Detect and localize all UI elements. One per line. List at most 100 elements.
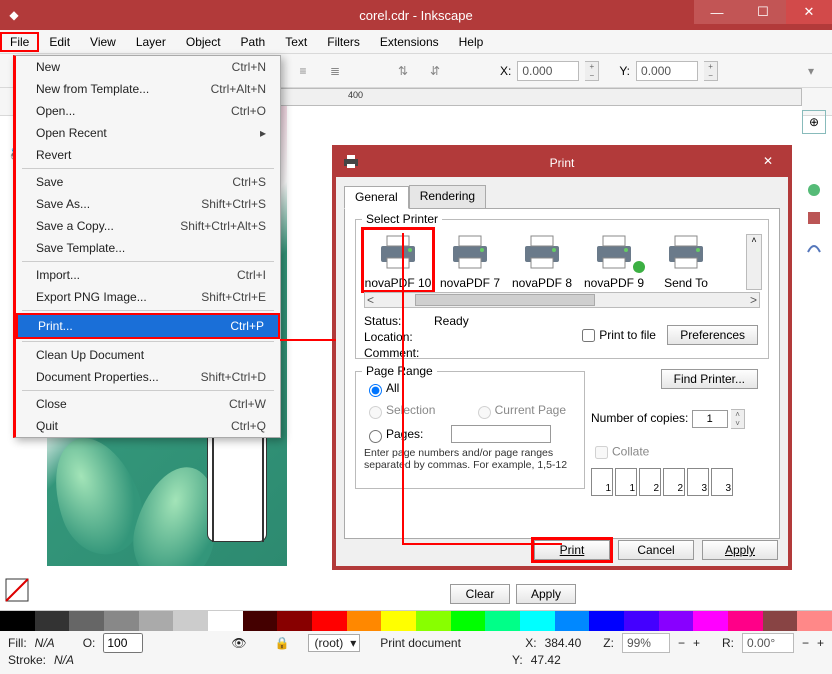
align-icon-2[interactable]: ≣ [322, 58, 348, 84]
collate-checkbox[interactable] [595, 446, 608, 459]
rotation-field[interactable]: 0.00° [742, 633, 794, 653]
swatch[interactable] [451, 611, 486, 631]
menu-extensions[interactable]: Extensions [370, 32, 449, 52]
swatch[interactable] [139, 611, 174, 631]
page-selection-radio[interactable] [369, 406, 382, 419]
x-spinner[interactable]: +− [585, 61, 599, 81]
printer-send-to[interactable]: Send To [652, 230, 720, 290]
menu-item-save[interactable]: SaveCtrl+S [16, 171, 280, 193]
pages-input[interactable] [451, 425, 551, 443]
lock-icon[interactable]: 🔒 [275, 636, 290, 650]
menu-text[interactable]: Text [275, 32, 317, 52]
menu-item-import-[interactable]: Import...Ctrl+I [16, 264, 280, 286]
rot-minus-button[interactable]: − [802, 636, 809, 650]
swatch[interactable] [485, 611, 520, 631]
zoom-out-button[interactable]: − [678, 636, 685, 650]
printer-novapdf-8[interactable]: novaPDF 8 [508, 230, 576, 290]
close-button[interactable]: ✕ [786, 0, 832, 24]
swatch[interactable] [104, 611, 139, 631]
menu-layer[interactable]: Layer [126, 32, 176, 52]
dialog-close-button[interactable]: ✕ [748, 149, 788, 173]
swatch[interactable] [173, 611, 208, 631]
find-printer-button[interactable]: Find Printer... [661, 369, 758, 389]
printer-novapdf-7[interactable]: novaPDF 7 [436, 230, 504, 290]
menu-item-new[interactable]: NewCtrl+N [16, 56, 280, 78]
menu-item-save-template-[interactable]: Save Template... [16, 237, 280, 259]
toolbar-menu-arrow-icon[interactable]: ▾ [798, 58, 824, 84]
swatch[interactable] [277, 611, 312, 631]
menu-item-print-[interactable]: Print...Ctrl+P [16, 313, 280, 339]
menu-item-revert[interactable]: Revert [16, 144, 280, 166]
page-current-radio[interactable] [478, 406, 491, 419]
zoom-field[interactable]: 99% [622, 633, 670, 653]
distribute-icon[interactable]: ⇅ [390, 58, 416, 84]
menu-item-close[interactable]: CloseCtrl+W [16, 393, 280, 415]
cancel-button[interactable]: Cancel [618, 540, 694, 560]
swatch[interactable] [693, 611, 728, 631]
swatch[interactable] [208, 611, 243, 631]
swatch[interactable] [728, 611, 763, 631]
visibility-icon[interactable]: 👁 [231, 636, 246, 650]
menu-help[interactable]: Help [449, 32, 494, 52]
page-pages-radio[interactable] [369, 430, 382, 443]
menu-item-save-as-[interactable]: Save As...Shift+Ctrl+S [16, 193, 280, 215]
dock-tool-3-icon[interactable] [802, 234, 826, 258]
swatch[interactable] [381, 611, 416, 631]
zoom-in-button[interactable]: + [693, 636, 700, 650]
swatch[interactable] [243, 611, 278, 631]
menu-item-quit[interactable]: QuitCtrl+Q [16, 415, 280, 437]
swatch[interactable] [763, 611, 798, 631]
menu-object[interactable]: Object [176, 32, 231, 52]
menu-view[interactable]: View [80, 32, 126, 52]
preferences-button[interactable]: Preferences [667, 325, 758, 345]
printer-novapdf-9[interactable]: novaPDF 9 [580, 230, 648, 290]
menu-edit[interactable]: Edit [39, 32, 80, 52]
align-icon[interactable]: ≡ [290, 58, 316, 84]
menu-item-clean-up-document[interactable]: Clean Up Document [16, 344, 280, 366]
swatch[interactable] [520, 611, 555, 631]
menu-item-new-from-template-[interactable]: New from Template...Ctrl+Alt+N [16, 78, 280, 100]
printer-hscroll[interactable]: ˂˃ [364, 292, 760, 308]
menu-item-open-[interactable]: Open...Ctrl+O [16, 100, 280, 122]
color-none-icon[interactable] [4, 577, 30, 606]
menu-filters[interactable]: Filters [317, 32, 370, 52]
printer-novapdf-10[interactable]: novaPDF 10 [364, 230, 432, 290]
snap-button-icon[interactable]: ⊕ [802, 110, 826, 134]
menu-item-export-png-image-[interactable]: Export PNG Image...Shift+Ctrl+E [16, 286, 280, 308]
swatch[interactable] [312, 611, 347, 631]
menu-item-save-a-copy-[interactable]: Save a Copy...Shift+Ctrl+Alt+S [16, 215, 280, 237]
layer-selector[interactable]: (root)▾ [308, 634, 361, 652]
menu-item-open-recent[interactable]: Open Recent▸ [16, 122, 280, 144]
y-spinner[interactable]: +− [704, 61, 718, 81]
dock-tool-1-icon[interactable] [802, 178, 826, 202]
swatch[interactable] [589, 611, 624, 631]
dock-tool-2-icon[interactable] [802, 206, 826, 230]
distribute-icon-2[interactable]: ⇵ [422, 58, 448, 84]
swatch[interactable] [347, 611, 382, 631]
printer-vscroll[interactable]: ˄ [746, 234, 762, 290]
swatch[interactable] [69, 611, 104, 631]
y-field[interactable]: 0.000 [636, 61, 698, 81]
maximize-button[interactable]: ☐ [740, 0, 786, 24]
swatch[interactable] [35, 611, 70, 631]
swatch[interactable] [416, 611, 451, 631]
apply-button[interactable]: Apply [702, 540, 778, 560]
panel-apply-button[interactable]: Apply [516, 584, 576, 604]
swatch[interactable] [555, 611, 590, 631]
print-to-file-checkbox[interactable] [582, 329, 595, 342]
opacity-input[interactable] [103, 633, 143, 653]
tab-general[interactable]: General [344, 186, 409, 209]
menu-file[interactable]: File [0, 32, 39, 52]
page-all-radio[interactable] [369, 384, 382, 397]
swatch[interactable] [797, 611, 832, 631]
clear-button[interactable]: Clear [450, 584, 510, 604]
copies-input[interactable] [692, 410, 728, 428]
rot-plus-button[interactable]: + [817, 636, 824, 650]
swatch[interactable] [0, 611, 35, 631]
swatch[interactable] [659, 611, 694, 631]
tab-rendering[interactable]: Rendering [409, 185, 486, 208]
swatch[interactable] [624, 611, 659, 631]
minimize-button[interactable]: — [694, 0, 740, 24]
copies-spinner[interactable]: ˄˅ [731, 409, 745, 429]
x-field[interactable]: 0.000 [517, 61, 579, 81]
